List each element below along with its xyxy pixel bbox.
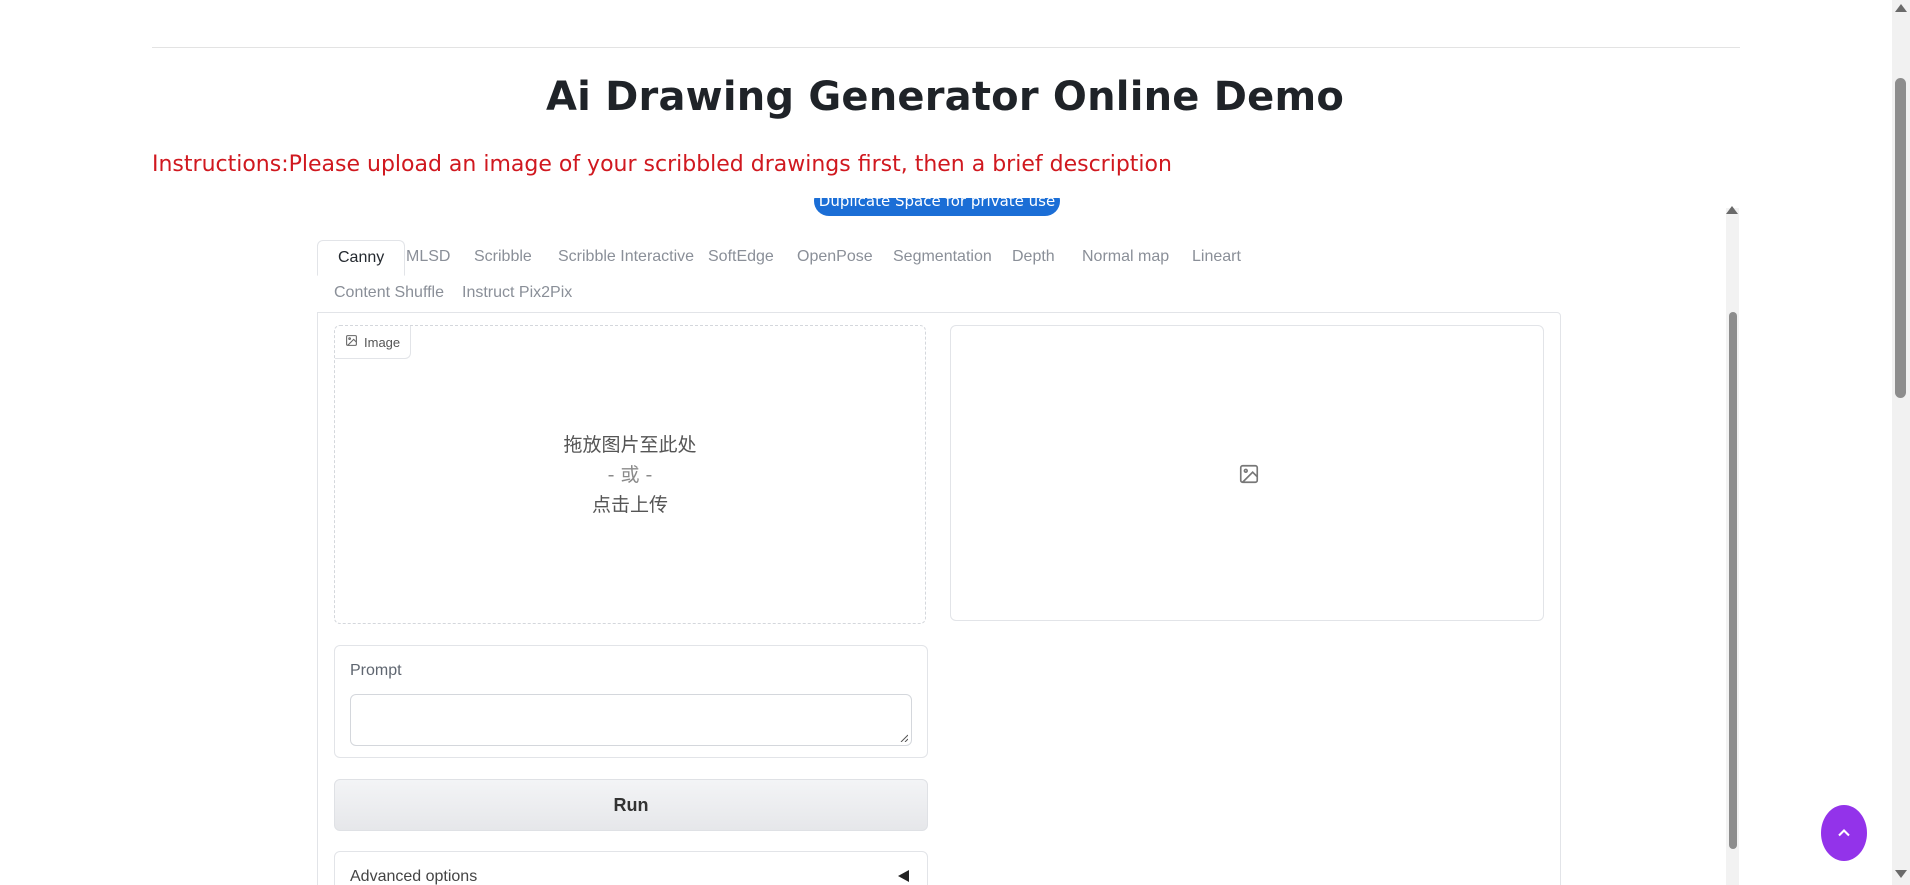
run-button[interactable]: Run bbox=[334, 779, 928, 831]
output-image bbox=[950, 325, 1544, 621]
image-icon bbox=[1238, 463, 1260, 489]
tab-canny[interactable]: Canny bbox=[317, 240, 406, 276]
tab-mlsd[interactable]: MLSD bbox=[406, 248, 450, 266]
resize-grip-icon[interactable] bbox=[900, 734, 908, 742]
scroll-to-top-button[interactable] bbox=[1821, 805, 1867, 861]
advanced-options-accordion[interactable]: Advanced options bbox=[334, 851, 928, 885]
image-label-text: Image bbox=[364, 334, 401, 350]
top-divider bbox=[152, 47, 1740, 48]
drop-text-line2: 点击上传 bbox=[591, 494, 668, 516]
inner-scrollbar-thumb[interactable] bbox=[1729, 312, 1737, 849]
page-scrollbar-thumb[interactable] bbox=[1895, 78, 1906, 398]
image-icon bbox=[345, 334, 358, 350]
drop-text-or: - 或 - bbox=[607, 464, 653, 486]
caret-left-icon[interactable] bbox=[898, 870, 909, 882]
advanced-options-label: Advanced options bbox=[350, 868, 478, 885]
space-frame: Duplicate Space for private use Canny ML… bbox=[152, 198, 1739, 885]
instructions-text: Instructions:Please upload an image of y… bbox=[152, 152, 1172, 177]
drop-text-line1: 拖放图片至此处 bbox=[563, 434, 697, 456]
tab-scribble-interactive[interactable]: Scribble Interactive bbox=[558, 248, 694, 266]
prompt-label: Prompt bbox=[350, 662, 402, 679]
tab-lineart[interactable]: Lineart bbox=[1192, 248, 1241, 266]
image-label: Image bbox=[335, 326, 412, 359]
duplicate-space-button[interactable]: Duplicate Space for private use bbox=[814, 198, 1060, 216]
chevron-up-icon bbox=[1838, 829, 1850, 837]
tab-depth[interactable]: Depth bbox=[1012, 248, 1055, 266]
page-title: Ai Drawing Generator Online Demo bbox=[545, 74, 1345, 120]
tab-content-shuffle[interactable]: Content Shuffle bbox=[334, 284, 444, 302]
tab-instruct-pix2pix[interactable]: Instruct Pix2Pix bbox=[462, 284, 572, 302]
tab-scribble[interactable]: Scribble bbox=[474, 248, 532, 266]
scroll-up-arrow-icon[interactable] bbox=[1726, 206, 1738, 214]
tab-segmentation[interactable]: Segmentation bbox=[893, 248, 992, 266]
prompt-input[interactable] bbox=[350, 694, 912, 746]
scroll-down-arrow-icon[interactable] bbox=[1895, 870, 1907, 878]
image-upload-dropzone[interactable]: Image 拖放图片至此处 - 或 - 点击上传 bbox=[334, 325, 926, 624]
scroll-up-arrow-icon[interactable] bbox=[1895, 4, 1907, 12]
tab-panel: Image 拖放图片至此处 - 或 - 点击上传 Prompt Run Adva… bbox=[317, 312, 1561, 885]
tab-normal-map[interactable]: Normal map bbox=[1082, 248, 1169, 266]
tab-softedge[interactable]: SoftEdge bbox=[708, 248, 774, 266]
tab-openpose[interactable]: OpenPose bbox=[797, 248, 873, 266]
drop-instructions: 拖放图片至此处 - 或 - 点击上传 bbox=[335, 430, 925, 520]
prompt-block: Prompt bbox=[334, 645, 928, 758]
